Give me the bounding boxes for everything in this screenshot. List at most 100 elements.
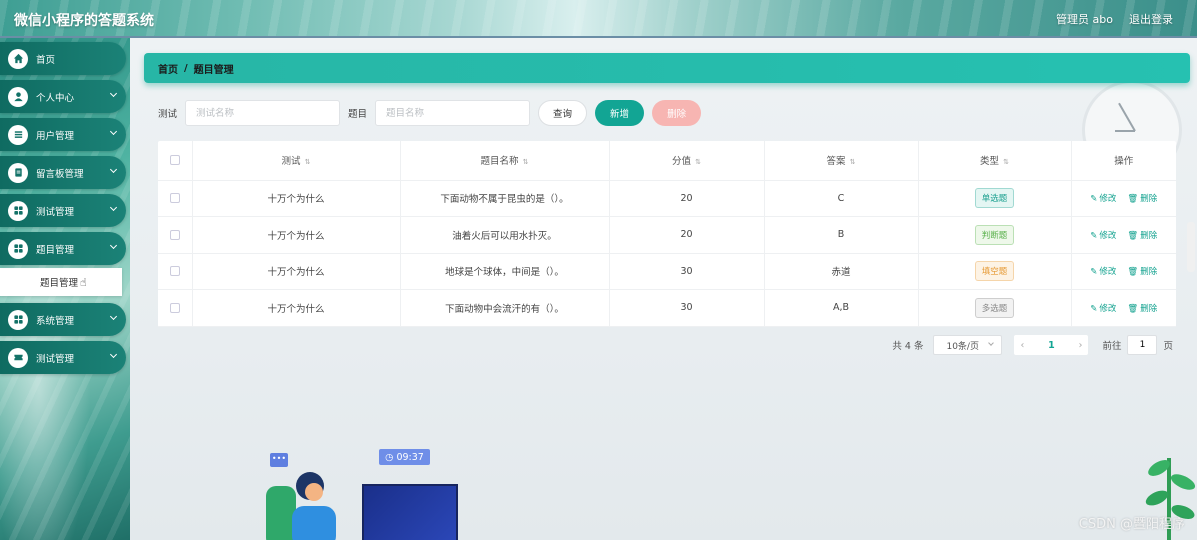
prev-page-icon[interactable]: ‹ bbox=[1020, 340, 1024, 351]
sidebar-item-home[interactable]: 首页 bbox=[0, 42, 126, 75]
sidebar-item-label: 首页 bbox=[36, 54, 56, 66]
list-icon bbox=[8, 124, 28, 145]
goto-label: 前往 bbox=[1102, 341, 1122, 352]
current-page[interactable]: 1 bbox=[1048, 340, 1055, 351]
type-tag: 单选题 bbox=[974, 188, 1015, 209]
page-suffix: 页 bbox=[1163, 341, 1173, 352]
edit-button[interactable]: ✎ 修改 bbox=[1090, 194, 1116, 204]
chevron-down-icon bbox=[109, 203, 118, 212]
cell-answer: C bbox=[764, 180, 919, 217]
row-checkbox[interactable] bbox=[169, 302, 180, 313]
test-name-input[interactable] bbox=[185, 100, 341, 126]
row-select-cell bbox=[158, 289, 193, 327]
user-icon bbox=[8, 86, 28, 107]
edit-button[interactable]: ✎ 修改 bbox=[1090, 304, 1116, 314]
sidebar-item-message-board[interactable]: 留言板管理 bbox=[0, 156, 126, 189]
question-table: 测试 ⇅ 题目名称 ⇅ 分值 ⇅ 答案 ⇅ 类型 ⇅ 操作 十万个为什么 下面动物不属于昆… bbox=[158, 141, 1176, 327]
delete-button[interactable]: 删除 bbox=[652, 100, 702, 126]
trash-icon: 🗑 bbox=[1127, 230, 1139, 241]
cell-type: 填空题 bbox=[918, 253, 1072, 290]
sidebar-item-personal-center[interactable]: 个人中心 bbox=[0, 80, 126, 113]
clock-icon: ◷ bbox=[385, 451, 394, 463]
select-all-checkbox[interactable] bbox=[169, 155, 180, 166]
row-select-cell bbox=[158, 180, 193, 217]
table-header-row: 测试 ⇅ 题目名称 ⇅ 分值 ⇅ 答案 ⇅ 类型 ⇅ 操作 bbox=[158, 141, 1176, 181]
row-delete-button[interactable]: 🗑 删除 bbox=[1127, 231, 1157, 241]
cell-actions: ✎ 修改 🗑 删除 bbox=[1071, 253, 1176, 290]
column-header[interactable]: 测试 ⇅ bbox=[192, 141, 401, 181]
table-row: 十万个为什么 油着火后可以用水扑灭。 20 B 判断题 ✎ 修改 🗑 删除 bbox=[158, 216, 1176, 254]
sidebar-subitem-label: 题目管理 bbox=[40, 278, 79, 289]
logout-link[interactable]: 退出登录 bbox=[1129, 11, 1173, 27]
chevron-down-icon bbox=[988, 340, 995, 346]
column-header[interactable]: 答案 ⇅ bbox=[764, 141, 919, 181]
cell-type: 判断题 bbox=[918, 216, 1072, 254]
type-tag: 填空题 bbox=[974, 261, 1015, 282]
person-illustration bbox=[266, 472, 336, 540]
column-header[interactable]: 题目名称 ⇅ bbox=[400, 141, 610, 181]
watermark: CSDN @暨阳程序 bbox=[1078, 517, 1185, 532]
sidebar-item-label: 测试管理 bbox=[36, 353, 75, 365]
sidebar-item-label: 题目管理 bbox=[36, 244, 75, 256]
home-icon bbox=[8, 48, 28, 69]
row-delete-button[interactable]: 🗑 删除 bbox=[1127, 267, 1157, 277]
edit-button[interactable]: ✎ 修改 bbox=[1090, 231, 1116, 241]
sidebar: 首页 个人中心 用户管理 留言板管理 测试管理 题目管理 题目管理 ☝ 系统管理… bbox=[0, 42, 128, 379]
test-label: 测试 bbox=[158, 109, 178, 120]
cell-test: 十万个为什么 bbox=[192, 253, 401, 290]
sidebar-item-test-management[interactable]: 测试管理 bbox=[0, 194, 126, 227]
search-bar: 测试 题目 查询 新增 删除 bbox=[158, 100, 709, 126]
sidebar-subitem-question-management[interactable]: 题目管理 ☝ bbox=[0, 268, 122, 296]
cell-question: 地球是个球体，中间是（）。 bbox=[400, 253, 610, 290]
grid-icon bbox=[8, 238, 28, 259]
row-checkbox[interactable] bbox=[169, 229, 180, 240]
breadcrumb: 首页 / 题目管理 bbox=[144, 53, 1190, 83]
column-header[interactable]: 分值 ⇅ bbox=[609, 141, 765, 181]
clipboard-icon bbox=[8, 162, 28, 183]
cursor-hand-icon: ☝ bbox=[80, 275, 87, 289]
trash-icon: 🗑 bbox=[1127, 267, 1139, 278]
user-label: 管理员 abo bbox=[1056, 13, 1113, 26]
pagination: 共 4 条 10条/页 ‹ 1 › 前往 页 bbox=[892, 335, 1173, 355]
cell-type: 多选题 bbox=[918, 289, 1072, 327]
chevron-down-icon bbox=[109, 350, 118, 359]
type-tag: 判断题 bbox=[974, 224, 1015, 245]
row-checkbox[interactable] bbox=[169, 193, 180, 204]
page-size-select[interactable]: 10条/页 bbox=[933, 335, 1003, 355]
cell-test: 十万个为什么 bbox=[192, 289, 401, 327]
sort-icon: ⇅ bbox=[304, 157, 311, 166]
chevron-down-icon bbox=[109, 312, 118, 321]
column-header[interactable]: 类型 ⇅ bbox=[918, 141, 1072, 181]
breadcrumb-home[interactable]: 首页 bbox=[158, 61, 178, 76]
table-row: 十万个为什么 下面动物中会流汗的有（）。 30 A,B 多选题 ✎ 修改 🗑 删除 bbox=[158, 289, 1176, 327]
ticket-icon bbox=[8, 347, 28, 368]
sidebar-item-test-management-2[interactable]: 测试管理 bbox=[0, 341, 126, 374]
row-delete-button[interactable]: 🗑 删除 bbox=[1127, 304, 1157, 314]
query-button[interactable]: 查询 bbox=[538, 100, 588, 126]
trash-icon: 🗑 bbox=[1127, 194, 1139, 205]
table-row: 十万个为什么 下面动物不属于昆虫的是（）。 20 C 单选题 ✎ 修改 🗑 删除 bbox=[158, 180, 1176, 217]
row-delete-button[interactable]: 🗑 删除 bbox=[1127, 194, 1157, 204]
cell-score: 30 bbox=[609, 289, 765, 327]
app-title: 微信小程序的答题系统 bbox=[14, 13, 154, 29]
grid-icon bbox=[8, 200, 28, 221]
question-name-input[interactable] bbox=[375, 100, 531, 126]
column-header: 操作 bbox=[1071, 141, 1176, 181]
cell-question: 油着火后可以用水扑灭。 bbox=[400, 216, 610, 254]
sidebar-item-system-management[interactable]: 系统管理 bbox=[0, 303, 126, 336]
edit-icon: ✎ bbox=[1090, 267, 1098, 278]
sidebar-item-question-management[interactable]: 题目管理 bbox=[0, 232, 126, 265]
sidebar-item-user-management[interactable]: 用户管理 bbox=[0, 118, 126, 151]
row-checkbox[interactable] bbox=[169, 266, 180, 277]
goto-page-input[interactable] bbox=[1127, 335, 1158, 355]
row-select-cell bbox=[158, 253, 193, 290]
add-button[interactable]: 新增 bbox=[595, 100, 645, 126]
total-count: 共 4 条 bbox=[892, 341, 924, 352]
scrollbar-handle[interactable] bbox=[1187, 222, 1195, 272]
next-page-icon[interactable]: › bbox=[1079, 340, 1083, 351]
time-badge: ◷ 09:37 bbox=[379, 449, 430, 465]
edit-button[interactable]: ✎ 修改 bbox=[1090, 267, 1116, 277]
breadcrumb-current: 题目管理 bbox=[193, 64, 234, 76]
cell-actions: ✎ 修改 🗑 删除 bbox=[1071, 180, 1176, 217]
edit-icon: ✎ bbox=[1090, 194, 1098, 205]
